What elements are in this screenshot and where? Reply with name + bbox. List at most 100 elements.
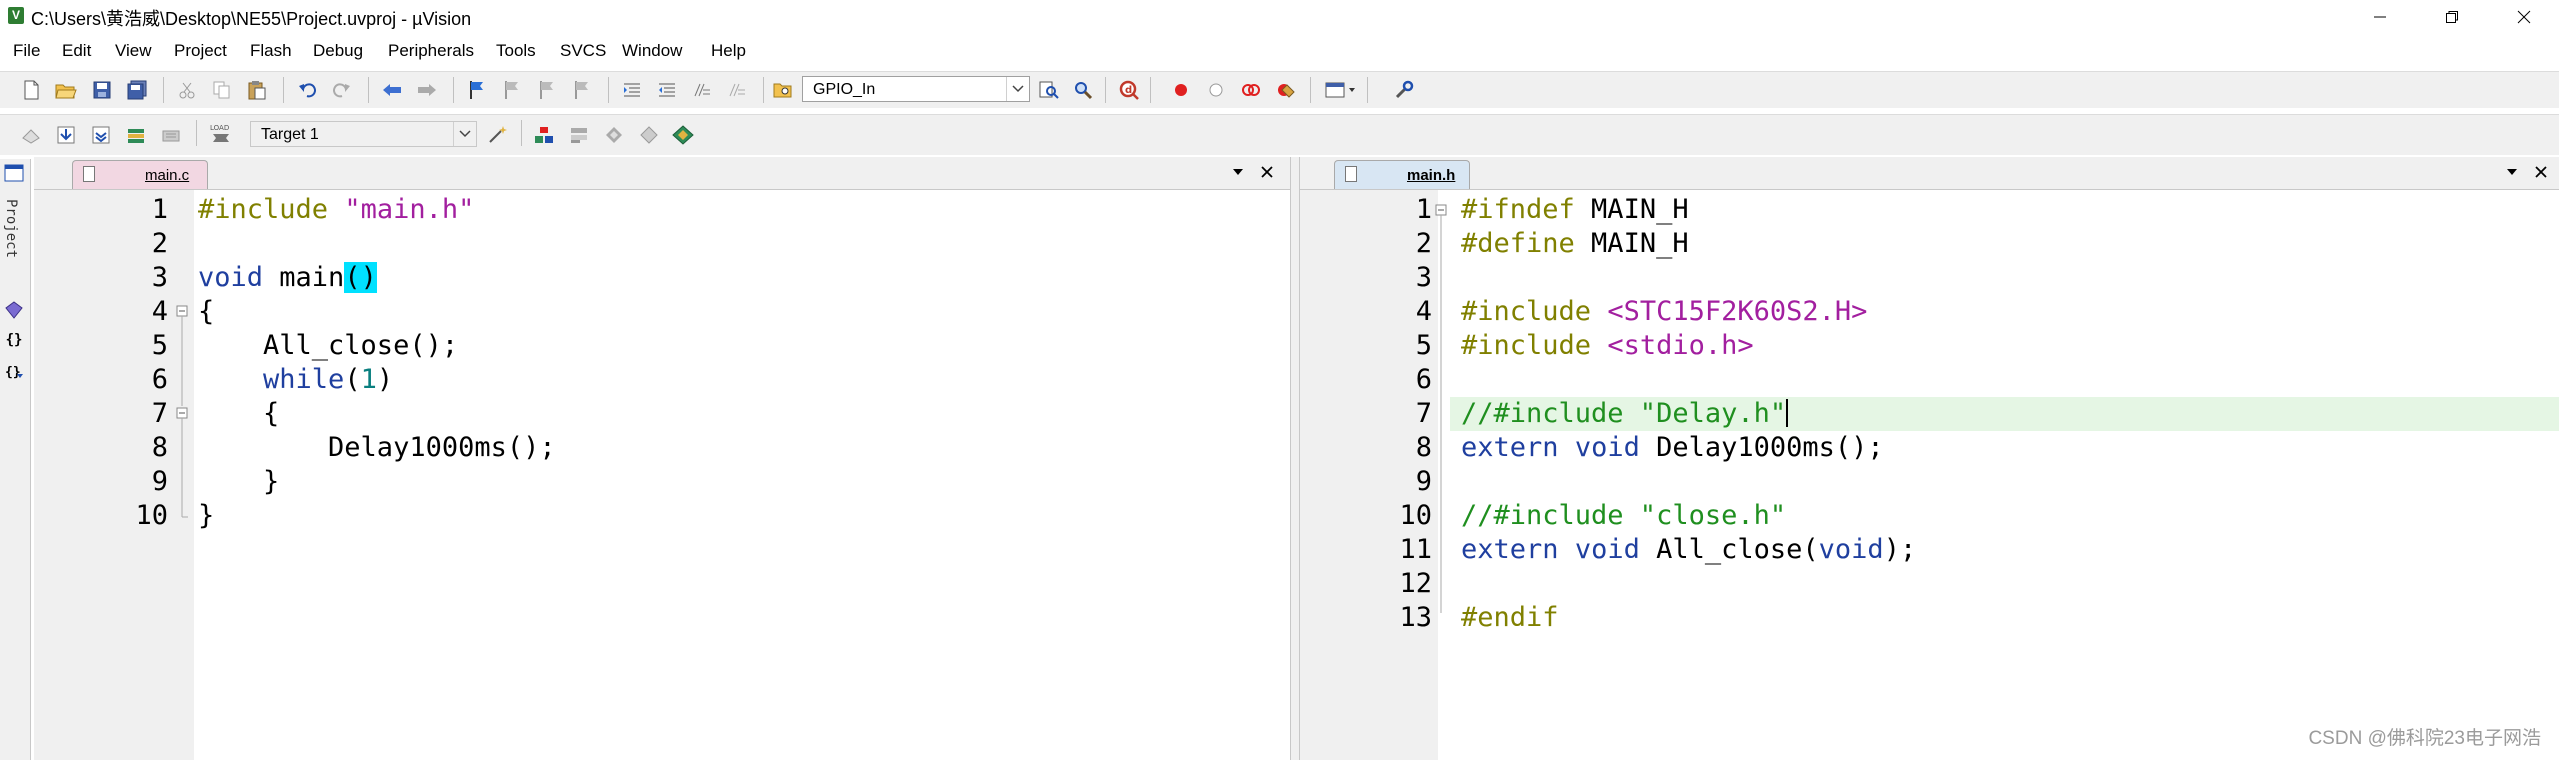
navigate-forward-button[interactable] xyxy=(416,79,438,101)
configure-button[interactable] xyxy=(1393,79,1415,101)
line-number: 3 xyxy=(1415,262,1432,293)
find-button[interactable] xyxy=(1038,79,1060,101)
next-bookmark-button[interactable] xyxy=(536,79,558,101)
close-icon xyxy=(2517,10,2531,23)
debug-session-button[interactable]: d xyxy=(1118,79,1140,101)
previous-bookmark-button[interactable] xyxy=(501,79,523,101)
code-token: } xyxy=(198,466,280,497)
code-token: MAIN_H xyxy=(1574,194,1689,225)
menu-file[interactable]: File xyxy=(13,41,40,61)
breakpoints-disable-icon xyxy=(1242,84,1260,96)
open-file-button[interactable] xyxy=(55,79,77,101)
find-combo-value: GPIO_In xyxy=(813,81,876,98)
translate-icon xyxy=(22,129,40,144)
close-window-button[interactable] xyxy=(2488,0,2559,33)
line-number: 5 xyxy=(151,330,168,361)
functions-window-button[interactable]: {} xyxy=(3,329,25,351)
code-area-main-h[interactable] xyxy=(1438,190,2559,760)
menu-debug[interactable]: Debug xyxy=(313,41,363,61)
project-window-button[interactable] xyxy=(3,162,25,184)
translate-button[interactable] xyxy=(20,124,42,146)
enable-breakpoint-button[interactable] xyxy=(1205,79,1227,101)
save-all-button[interactable] xyxy=(126,79,148,101)
tab-list-dropdown-right[interactable] xyxy=(2502,162,2522,182)
paste-button[interactable] xyxy=(246,79,268,101)
menu-tools[interactable]: Tools xyxy=(496,41,536,61)
line-number: 10 xyxy=(135,500,168,531)
menu-edit[interactable]: Edit xyxy=(62,41,91,61)
indent-button[interactable] xyxy=(621,79,643,101)
incremental-find-button[interactable] xyxy=(1072,79,1094,101)
breakpoint-icon xyxy=(1175,84,1187,96)
line-number: 6 xyxy=(151,364,168,395)
text-cursor xyxy=(1786,399,1789,427)
books-window-button[interactable] xyxy=(3,299,25,321)
find-combo-dropdown[interactable] xyxy=(1006,77,1029,101)
copy-button[interactable] xyxy=(211,79,233,101)
find-icon xyxy=(1039,81,1059,99)
window-title: C:\Users\黄浩威\Desktop\NE55\Project.uvproj… xyxy=(31,9,472,29)
save-button[interactable] xyxy=(91,79,113,101)
breakpoint-outline-icon xyxy=(1209,83,1223,97)
pack-installer-button[interactable] xyxy=(638,124,660,146)
menu-peripherals[interactable]: Peripherals xyxy=(388,41,474,61)
uncomment-selection-button[interactable] xyxy=(726,79,748,101)
stop-build-button[interactable] xyxy=(160,124,182,146)
templates-window-button[interactable]: {} xyxy=(3,361,25,383)
insert-bookmark-button[interactable] xyxy=(466,79,488,101)
menu-svcs[interactable]: SVCS xyxy=(560,41,606,61)
tab-main-c[interactable]: main.c xyxy=(72,160,208,189)
comment-selection-button[interactable] xyxy=(691,79,713,101)
clear-bookmarks-button[interactable] xyxy=(571,79,593,101)
menu-view[interactable]: View xyxy=(115,41,152,61)
tab-list-dropdown-left[interactable] xyxy=(1228,162,1248,182)
cut-button[interactable] xyxy=(176,79,198,101)
find-in-files-icon xyxy=(773,83,792,98)
insert-breakpoint-button[interactable] xyxy=(1170,79,1192,101)
disable-all-breakpoints-button[interactable] xyxy=(1240,79,1262,101)
find-combo[interactable]: GPIO_In xyxy=(802,76,1030,102)
copy-icon xyxy=(213,81,230,99)
options-for-target-button[interactable] xyxy=(487,124,509,146)
close-tab-right-button[interactable] xyxy=(2531,162,2551,182)
minimize-button[interactable] xyxy=(2344,0,2416,33)
batch-build-button[interactable] xyxy=(125,124,147,146)
tab-main-h[interactable]: main.h xyxy=(1334,160,1470,189)
toolbar-separator xyxy=(1150,77,1151,103)
redo-button[interactable] xyxy=(331,79,353,101)
close-icon xyxy=(2535,166,2547,178)
new-file-button[interactable] xyxy=(20,79,42,101)
project-tab-label[interactable]: Project xyxy=(3,199,19,258)
unindent-button[interactable] xyxy=(656,79,678,101)
code-token: <STC15F2K60S2.H> xyxy=(1607,296,1868,327)
pane-splitter[interactable] xyxy=(1290,157,1300,760)
find-in-files-button[interactable] xyxy=(772,79,794,101)
target-combo-dropdown[interactable] xyxy=(453,122,476,146)
load-icon-label: LOAD xyxy=(210,124,229,132)
fold-markers-left xyxy=(176,305,188,518)
download-button[interactable]: LOAD xyxy=(209,122,231,148)
close-tab-left-button[interactable] xyxy=(1257,162,1277,182)
run-time-environment-button[interactable] xyxy=(672,124,694,146)
manage-project-items-button[interactable] xyxy=(533,124,555,146)
menu-project[interactable]: Project xyxy=(174,41,227,61)
menu-window[interactable]: Window xyxy=(622,41,682,61)
kill-all-breakpoints-button[interactable] xyxy=(1275,79,1297,101)
select-packs-button[interactable] xyxy=(568,124,590,146)
rebuild-button[interactable] xyxy=(90,124,112,146)
menu-flash[interactable]: Flash xyxy=(250,41,292,61)
target-combo[interactable]: Target 1 xyxy=(250,121,477,147)
manage-rte-button[interactable] xyxy=(603,124,625,146)
packs-icon xyxy=(571,128,587,143)
code-token: void xyxy=(198,262,264,293)
navigate-back-button[interactable] xyxy=(381,79,403,101)
code-line-2: #define MAIN_H xyxy=(1461,227,1689,261)
menu-help[interactable]: Help xyxy=(711,41,746,61)
undo-button[interactable] xyxy=(296,79,318,101)
restore-button[interactable] xyxy=(2416,0,2488,33)
build-button[interactable] xyxy=(55,124,77,146)
code-line-5: All_close(); xyxy=(198,329,458,363)
code-token: extern xyxy=(1461,432,1559,463)
unindent-icon xyxy=(659,83,675,97)
window-layout-dropdown[interactable] xyxy=(1324,79,1358,101)
